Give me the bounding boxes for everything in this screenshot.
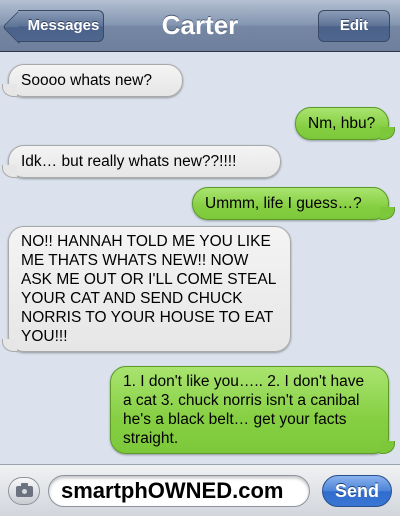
message-bubble-sent: Nm, hbu? xyxy=(295,107,395,140)
back-button[interactable]: Messages xyxy=(18,10,104,42)
message-bubble-sent: Ummm, life I guess…? xyxy=(192,187,395,220)
camera-button[interactable] xyxy=(8,477,40,505)
camera-icon xyxy=(16,483,33,497)
message-bubble-received: Idk… but really whats new??!!!! xyxy=(2,145,281,178)
navigation-bar: Carter Messages Edit xyxy=(0,0,400,52)
edit-button[interactable]: Edit xyxy=(318,10,390,42)
send-button[interactable]: Send xyxy=(322,475,392,507)
message-bubble-received: Soooo whats new? xyxy=(2,64,183,97)
message-bubble-received: NO!! HANNAH TOLD ME YOU LIKE ME THATS WH… xyxy=(2,226,291,352)
message-input-bar: smartphOWNED.com Send xyxy=(0,464,400,516)
message-bubble-sent: 1. I don't like you….. 2. I don't have a… xyxy=(110,366,395,454)
message-input-field[interactable]: smartphOWNED.com xyxy=(48,475,310,507)
